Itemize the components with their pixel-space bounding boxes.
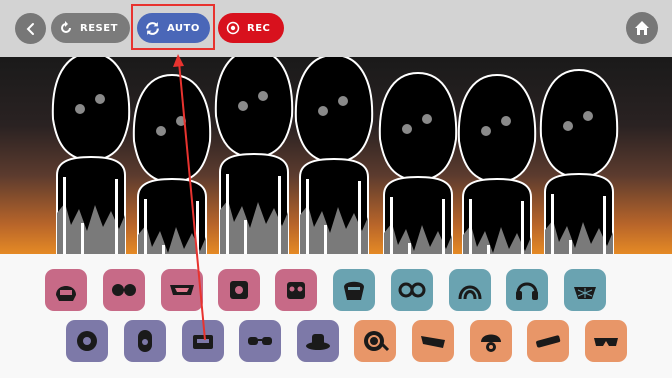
annotation-arrow xyxy=(173,54,206,341)
